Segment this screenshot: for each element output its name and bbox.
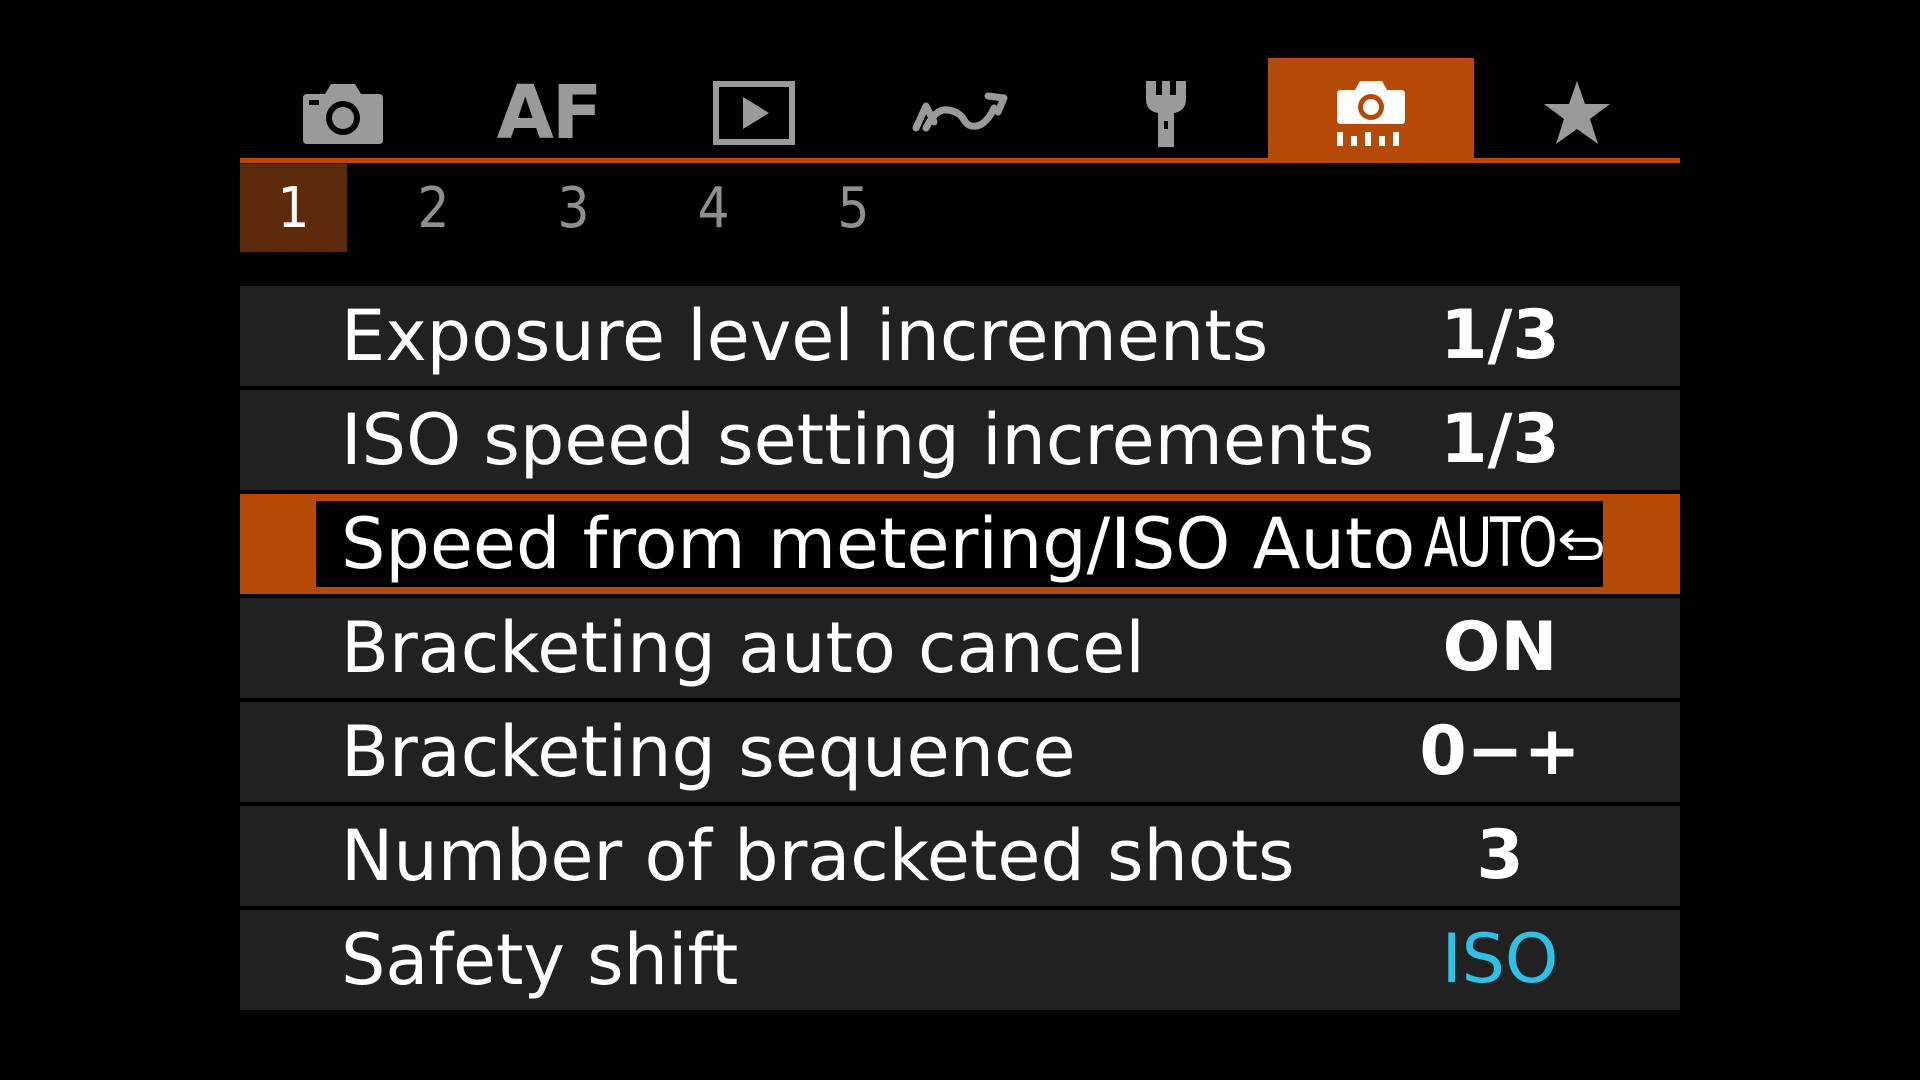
tab-af-label: AF	[496, 69, 603, 156]
playback-icon	[713, 80, 796, 145]
page-tab-5[interactable]: 5	[800, 164, 907, 252]
camera-icon	[302, 83, 383, 144]
menu-item-label: Bracketing auto cancel	[341, 607, 1145, 689]
menu-item-label: ISO speed setting increments	[341, 399, 1375, 481]
wireless-icon	[912, 92, 1008, 131]
star-icon	[1543, 80, 1610, 144]
menu-item-number-of-bracketed-shots[interactable]: Number of bracketed shots 3	[240, 806, 1680, 906]
tab-custom-functions[interactable]	[1268, 58, 1475, 159]
menu-item-value: ISO	[1441, 920, 1559, 999]
menu-item-value: 1/3	[1440, 400, 1560, 479]
custom-functions-icon	[1337, 80, 1406, 146]
menu-item-value: AUTO	[1395, 494, 1605, 594]
menu-item-label: Bracketing sequence	[341, 711, 1076, 793]
menu-item-label: Exposure level increments	[341, 295, 1269, 377]
menu-item-bracketing-auto-cancel[interactable]: Bracketing auto cancel ON	[240, 598, 1680, 698]
tab-underline	[240, 158, 1680, 163]
menu-item-label: Number of bracketed shots	[341, 815, 1295, 897]
tab-my-menu[interactable]	[1474, 58, 1680, 159]
tab-af[interactable]: AF	[446, 58, 652, 159]
menu-item-label: Speed from metering/ISO Auto	[341, 503, 1416, 585]
tab-setup[interactable]	[1063, 58, 1269, 159]
page-tab-4[interactable]: 4	[660, 164, 767, 252]
main-tab-bar: AF	[240, 58, 1680, 159]
page-tab-3[interactable]: 3	[520, 164, 627, 252]
tab-shooting[interactable]	[240, 58, 446, 159]
return-arrow-icon	[1559, 529, 1603, 560]
wrench-icon	[1145, 80, 1186, 147]
page-tab-1[interactable]: 1	[240, 164, 347, 252]
menu-item-label: Safety shift	[341, 919, 739, 1001]
page-tabs: 1 2 3 4 5	[240, 164, 940, 252]
menu-item-value: 0−+	[1419, 712, 1581, 791]
settings-menu: Exposure level increments 1/3 ISO speed …	[240, 286, 1680, 1014]
menu-item-speed-from-metering-iso-auto[interactable]: Speed from metering/ISO Auto AUTO	[240, 494, 1680, 594]
menu-item-value-text: AUTO	[1423, 504, 1558, 583]
menu-item-value: 1/3	[1440, 296, 1560, 375]
menu-item-exposure-level-increments[interactable]: Exposure level increments 1/3	[240, 286, 1680, 386]
menu-item-iso-speed-setting-increments[interactable]: ISO speed setting increments 1/3	[240, 390, 1680, 490]
menu-item-safety-shift[interactable]: Safety shift ISO	[240, 910, 1680, 1010]
tab-playback[interactable]	[651, 58, 857, 159]
tab-wireless[interactable]	[857, 58, 1063, 159]
menu-item-bracketing-sequence[interactable]: Bracketing sequence 0−+	[240, 702, 1680, 802]
menu-item-value: ON	[1442, 608, 1558, 687]
page-tab-2[interactable]: 2	[380, 164, 487, 252]
menu-item-value: 3	[1476, 816, 1524, 895]
